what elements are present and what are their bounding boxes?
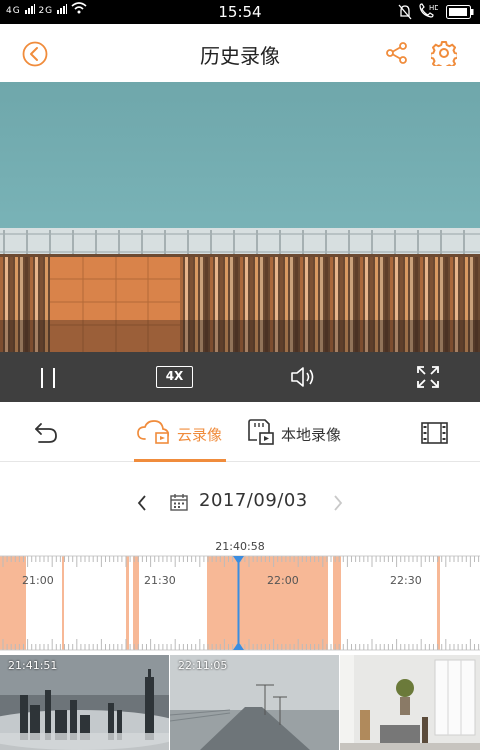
date-navigation: 2017/09/03 [0,480,480,524]
recording-segment [333,556,341,650]
hd-call-icon: HD [419,3,438,18]
next-day-chevron-icon [334,495,343,511]
thumbnail-timestamp: 21:41:51 [8,659,58,672]
mute-bell-icon [398,4,412,20]
header-bar: 历史录像 [0,24,480,82]
battery-icon [446,5,474,19]
return-icon[interactable] [33,422,59,444]
timeline-label: 22:30 [390,574,422,587]
pause-icon[interactable] [38,367,58,389]
cloud-recording-icon [137,420,169,444]
recording-segment [437,556,440,650]
status-bar: 4G 2G 15:54 HD [0,0,480,24]
tab-local-recording[interactable]: 本地录像 [245,402,355,462]
thumbnail-card[interactable] [340,655,480,750]
volume-icon[interactable] [290,365,316,389]
thumbnail-card[interactable]: 21:41:51 [0,655,169,750]
recording-thumbnails: 21:41:51 22:11:05 [0,655,480,750]
video-player[interactable] [0,82,480,352]
sd-card-recording-icon [248,419,274,445]
previous-day-chevron-icon[interactable] [136,494,148,512]
playback-control-bar: 4X [0,352,480,402]
speed-button[interactable]: 4X [156,366,193,388]
calendar-icon[interactable] [170,493,188,511]
svg-text:HD: HD [429,4,438,12]
timeline-label: 22:00 [267,574,299,587]
settings-gear-icon[interactable] [431,40,457,66]
timeline-label: 21:00 [22,574,54,587]
recording-segment [62,556,64,650]
share-icon[interactable] [385,41,409,65]
tab-cloud-recording[interactable]: 云录像 [134,402,226,462]
recording-source-tabs: 云录像 本地录像 [0,402,480,462]
selected-date[interactable]: 2017/09/03 [199,490,308,511]
recording-segment [207,556,328,650]
tab-cloud-label: 云录像 [177,426,223,444]
tab-local-label: 本地录像 [281,426,342,444]
recording-segment [133,556,139,650]
film-clip-icon[interactable] [421,422,448,444]
thumbnail-timestamp: 22:11:05 [178,659,228,672]
recording-segment [126,556,129,650]
fullscreen-icon[interactable] [417,366,439,388]
timeline-label: 21:30 [144,574,176,587]
timeline-cursor-time: 21:40:58 [215,540,265,553]
thumbnail-card[interactable]: 22:11:05 [170,655,339,750]
active-tab-indicator [134,459,226,462]
video-frame [0,82,480,352]
timeline-track [0,555,480,651]
recording-segment [0,556,26,650]
timeline-scrubber[interactable]: 21:00 21:30 22:00 22:30 [0,553,480,653]
thumbnail-image-room [340,655,480,750]
